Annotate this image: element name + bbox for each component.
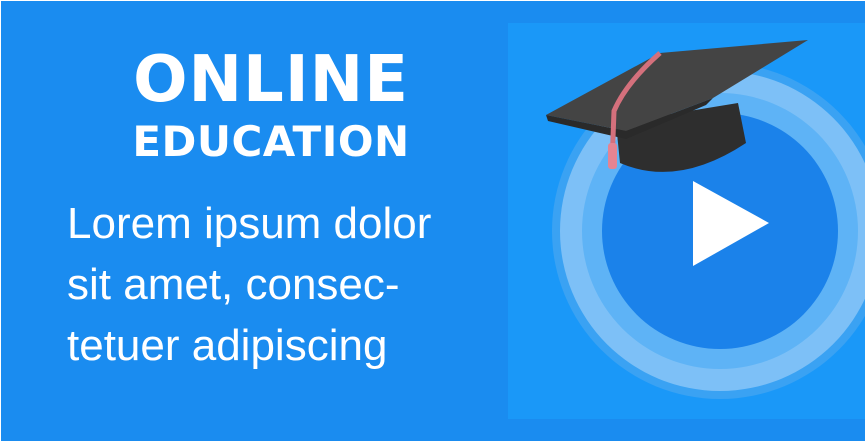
headline-online: ONLINE [133,43,409,117]
body-copy: Lorem ipsum dolor sit amet, consec- tetu… [67,193,497,376]
body-line-2: sit amet, consec- [67,260,400,309]
headline-education: EDUCATION [132,117,410,166]
online-education-banner: ONLINE EDUCATION Lorem ipsum dolor sit a… [1,1,865,441]
body-line-1: Lorem ipsum dolor [67,199,432,248]
body-line-3: tetuer adipiscing [67,321,388,370]
video-illustration [508,23,865,419]
